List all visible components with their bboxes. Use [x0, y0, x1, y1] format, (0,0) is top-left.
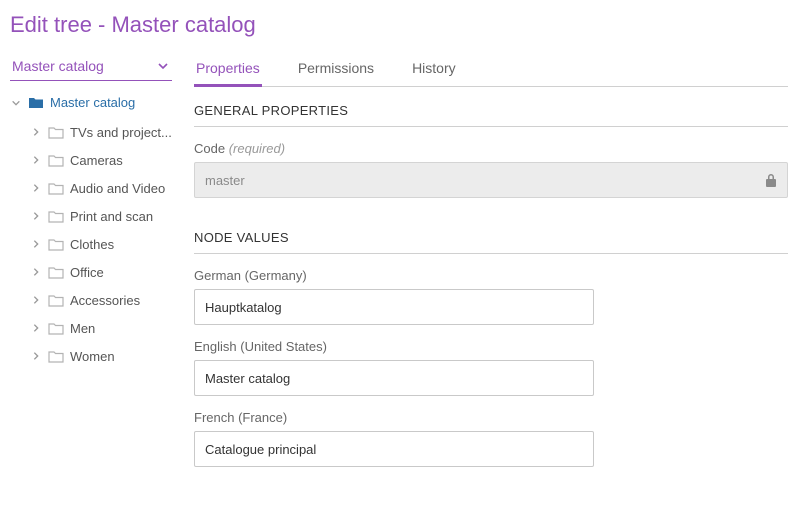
tree-item[interactable]: Office [30, 258, 172, 286]
tab-history[interactable]: History [410, 54, 458, 86]
tree-item-label: Office [70, 265, 104, 280]
field-required-hint: (required) [229, 141, 285, 156]
main-panel: Properties Permissions History GENERAL P… [194, 54, 788, 481]
tree-item-label: Audio and Video [70, 181, 165, 196]
locale-input-french[interactable] [195, 432, 593, 466]
tree-item[interactable]: TVs and project... [30, 118, 172, 146]
tree-item-label: TVs and project... [70, 125, 172, 140]
chevron-down-icon [156, 59, 170, 73]
folder-icon [48, 210, 64, 223]
folder-icon [48, 238, 64, 251]
tree-selector-label: Master catalog [12, 58, 104, 74]
tree-item-label: Men [70, 321, 95, 336]
field-label-code: Code (required) [194, 141, 788, 156]
tree-item[interactable]: Cameras [30, 146, 172, 174]
chevron-right-icon [30, 126, 42, 138]
tab-permissions[interactable]: Permissions [296, 54, 376, 86]
tree-item-label: Print and scan [70, 209, 153, 224]
folder-icon [48, 294, 64, 307]
field-locale-french: French (France) [194, 410, 788, 467]
chevron-right-icon [30, 238, 42, 250]
locale-input-english[interactable] [195, 361, 593, 395]
tree-item[interactable]: Accessories [30, 286, 172, 314]
chevron-right-icon [30, 350, 42, 362]
folder-icon [48, 182, 64, 195]
chevron-right-icon [30, 182, 42, 194]
field-locale-german: German (Germany) [194, 268, 788, 325]
locale-input-german[interactable] [195, 290, 593, 324]
folder-icon [48, 322, 64, 335]
tree-item-label: Cameras [70, 153, 123, 168]
tree-item[interactable]: Women [30, 342, 172, 370]
field-code: Code (required) [194, 141, 788, 198]
field-label-french: French (France) [194, 410, 788, 425]
folder-icon [28, 96, 44, 109]
sidebar: Master catalog Master catalog TVs and pr… [10, 54, 172, 481]
field-label-german: German (Germany) [194, 268, 788, 283]
tree-root[interactable]: Master catalog [10, 95, 172, 110]
tree-selector[interactable]: Master catalog [10, 54, 172, 81]
tabs: Properties Permissions History [194, 54, 788, 87]
chevron-right-icon [30, 266, 42, 278]
field-label-code-text: Code [194, 141, 225, 156]
lock-icon [765, 173, 777, 187]
folder-icon [48, 266, 64, 279]
tree-item[interactable]: Print and scan [30, 202, 172, 230]
field-label-english: English (United States) [194, 339, 788, 354]
chevron-right-icon [30, 322, 42, 334]
chevron-right-icon [30, 154, 42, 166]
tree-item-label: Clothes [70, 237, 114, 252]
section-heading-node-values: NODE VALUES [194, 214, 788, 254]
chevron-right-icon [30, 210, 42, 222]
code-input [195, 163, 787, 197]
field-locale-english: English (United States) [194, 339, 788, 396]
tree-children: TVs and project... Cameras Audio and Vid… [10, 118, 172, 370]
code-input-wrap [194, 162, 788, 198]
tab-properties[interactable]: Properties [194, 54, 262, 86]
tree-item[interactable]: Clothes [30, 230, 172, 258]
page-title: Edit tree - Master catalog [0, 0, 798, 54]
locale-input-wrap[interactable] [194, 289, 594, 325]
folder-icon [48, 126, 64, 139]
section-heading-general: GENERAL PROPERTIES [194, 87, 788, 127]
tree-item-label: Women [70, 349, 115, 364]
chevron-right-icon [30, 294, 42, 306]
tree-item[interactable]: Audio and Video [30, 174, 172, 202]
folder-icon [48, 154, 64, 167]
folder-icon [48, 350, 64, 363]
chevron-down-icon [10, 97, 22, 109]
tree-root-label: Master catalog [50, 95, 135, 110]
locale-input-wrap[interactable] [194, 360, 594, 396]
tree-item-label: Accessories [70, 293, 140, 308]
tree-item[interactable]: Men [30, 314, 172, 342]
locale-input-wrap[interactable] [194, 431, 594, 467]
